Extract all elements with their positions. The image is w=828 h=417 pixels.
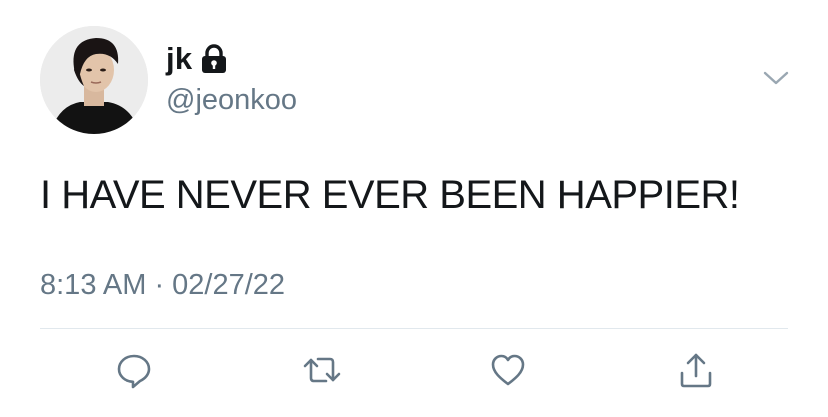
like-button[interactable] xyxy=(488,350,528,390)
tweet-card: jk @jeonkoo I HAVE NEVER EVER BEEN HAPPI… xyxy=(0,0,828,417)
user-handle[interactable]: @jeonkoo xyxy=(166,82,297,118)
share-icon xyxy=(680,353,712,388)
avatar[interactable] xyxy=(40,26,148,134)
name-row: jk xyxy=(166,40,228,78)
heart-icon xyxy=(491,354,525,386)
tweet-timestamp[interactable]: 8:13 AM · 02/27/22 xyxy=(40,266,285,304)
reply-button[interactable] xyxy=(114,350,154,390)
lock-icon xyxy=(200,44,228,74)
avatar-photo xyxy=(40,26,148,134)
chevron-down-icon[interactable] xyxy=(762,66,790,90)
divider xyxy=(40,328,788,329)
share-button[interactable] xyxy=(676,350,716,390)
speech-bubble-icon xyxy=(117,354,151,389)
retweet-icon xyxy=(303,357,341,383)
tweet-text: I HAVE NEVER EVER BEEN HAPPIER! xyxy=(40,173,740,217)
retweet-button[interactable] xyxy=(302,350,342,390)
display-name[interactable]: jk xyxy=(166,40,192,78)
